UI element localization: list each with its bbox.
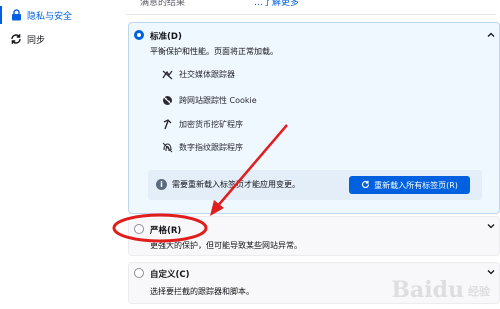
sidebar-item-label: 同步 [27, 35, 46, 46]
reload-icon [361, 180, 370, 191]
chevron-down-icon[interactable] [487, 268, 495, 276]
standard-description: 平衡保护和性能。页面将正常加载。 [150, 47, 278, 56]
strict-radio[interactable] [134, 224, 144, 234]
lock-icon [10, 9, 22, 21]
social-tracker-icon [162, 69, 173, 80]
custom-description: 选择要拦截的跟踪器和脚本。 [150, 287, 254, 296]
custom-title: 自定义(C) [150, 270, 190, 280]
strict-description: 更强大的保护，但可能导致某些网站异常。 [150, 241, 302, 250]
feature-social-trackers: 社交媒体跟踪器 [162, 68, 235, 80]
sync-icon [10, 33, 22, 45]
cookie-icon [162, 95, 173, 106]
sidebar: 隐私与安全 同步 [0, 0, 120, 309]
previous-section-cut: 满意的结果 …了解更多 [126, 0, 496, 15]
feature-fingerprinters: 数字指纹跟踪程序 [162, 141, 243, 153]
cut-text: 满意的结果 [140, 0, 186, 8]
feature-cross-site-cookies: 跨网站跟踪性 Cookie [162, 94, 257, 106]
baidu-watermark: Baidu 经验 [391, 277, 490, 303]
reload-notice-text: 需要重新载入标签页才能应用变更。 [172, 180, 300, 189]
standard-radio[interactable] [134, 30, 144, 40]
standard-title: 标准(D) [150, 32, 182, 42]
chevron-up-icon[interactable] [487, 31, 495, 39]
active-indicator [0, 6, 2, 24]
reload-all-tabs-button[interactable]: 重新载入所有标签页(R) [349, 176, 470, 194]
feature-cryptominers: 加密货币挖矿程序 [162, 118, 243, 130]
chevron-down-icon[interactable] [487, 222, 495, 230]
sidebar-item-sync[interactable]: 同步 [10, 30, 45, 48]
info-icon: i [156, 179, 167, 190]
fingerprint-icon [162, 142, 173, 153]
sidebar-item-privacy-security[interactable]: 隐私与安全 [0, 6, 73, 24]
custom-radio[interactable] [134, 268, 144, 278]
learn-more-link[interactable]: …了解更多 [254, 0, 299, 8]
cryptominer-icon [162, 118, 173, 130]
sidebar-item-label: 隐私与安全 [27, 11, 73, 22]
strict-title: 严格(R) [150, 226, 182, 236]
